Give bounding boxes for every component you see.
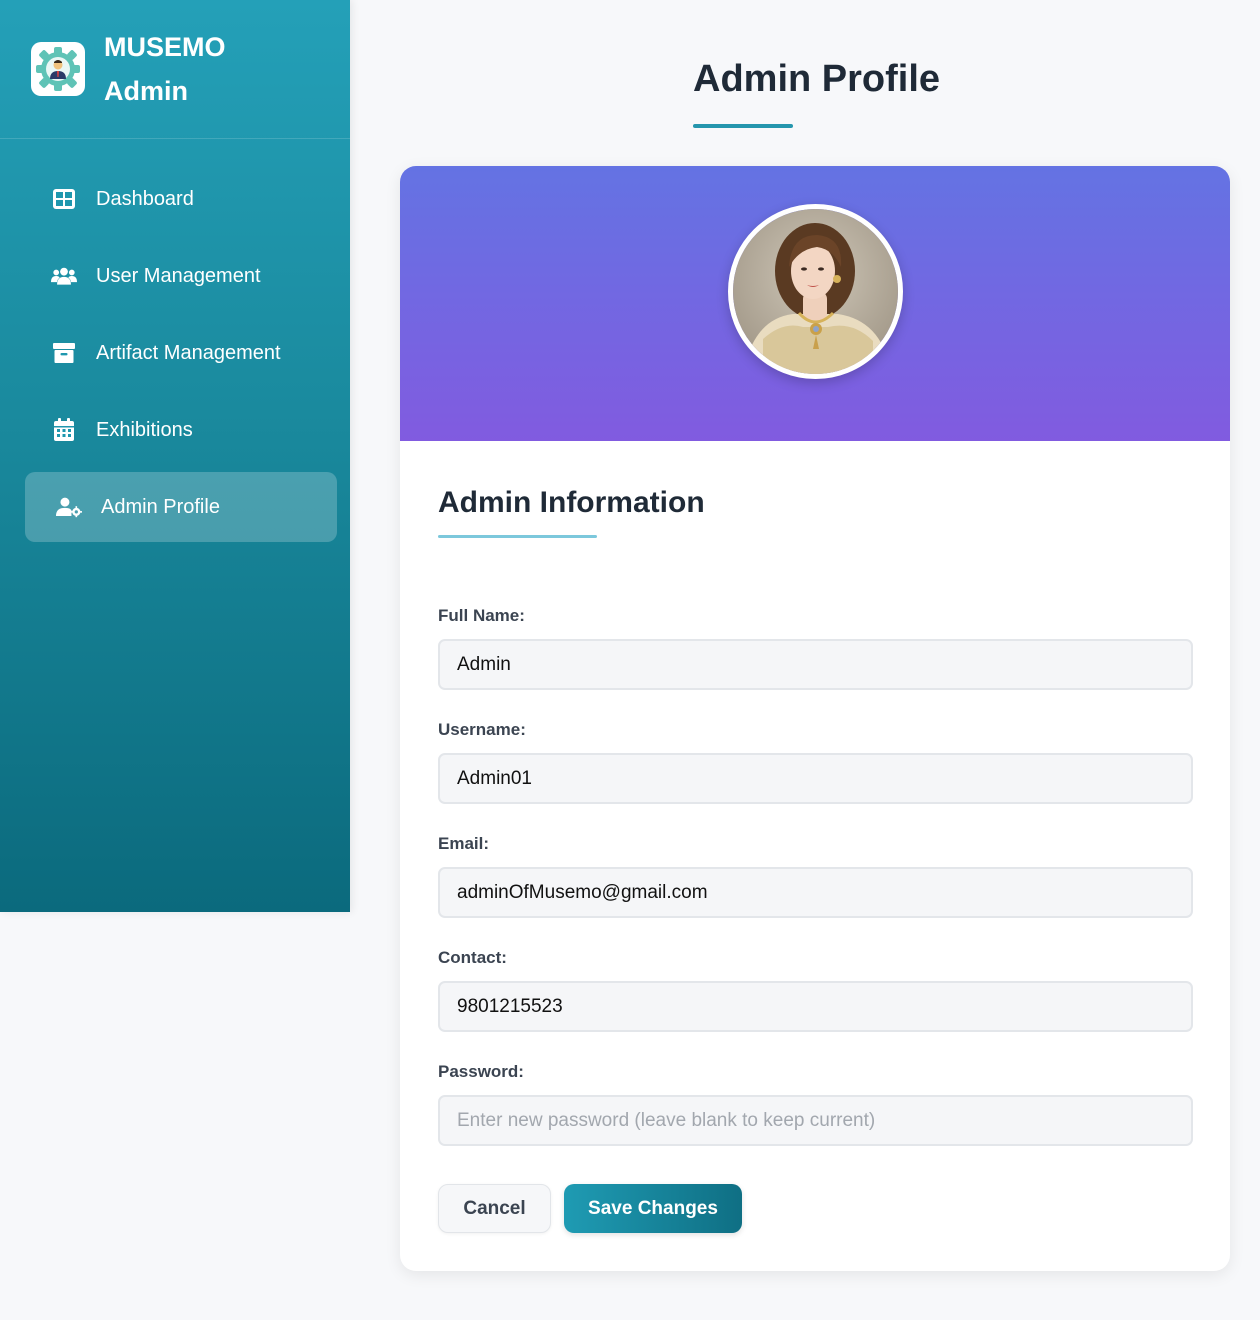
sidebar-item-dashboard[interactable]: Dashboard [25, 164, 337, 234]
sidebar-item-label: Admin Profile [101, 495, 220, 518]
avatar[interactable] [728, 204, 903, 379]
sidebar-item-user-management[interactable]: User Management [25, 241, 337, 311]
brand[interactable]: MUSEMO Admin [0, 0, 350, 139]
sidebar-item-label: Artifact Management [96, 341, 281, 364]
email-field: Email: [438, 834, 1193, 918]
password-field: Password: [438, 1062, 1193, 1146]
field-label: Email: [438, 834, 490, 853]
password-input[interactable] [438, 1095, 1193, 1146]
user-cog-icon [56, 495, 82, 519]
page-title: Admin Profile [693, 58, 941, 100]
sidebar-item-artifact-management[interactable]: Artifact Management [25, 318, 337, 388]
field-label: Contact: [438, 948, 507, 967]
sidebar-item-admin-profile[interactable]: Admin Profile [25, 472, 337, 542]
section-underline [438, 535, 597, 538]
sidebar-nav: Dashboard User Management Artifact Manag… [0, 139, 350, 542]
cancel-button[interactable]: Cancel [438, 1184, 551, 1233]
brand-name: MUSEMO [104, 32, 226, 62]
contact-input[interactable] [438, 981, 1193, 1032]
brand-subtitle: Admin [104, 76, 188, 106]
archive-box-icon [51, 341, 77, 365]
username-input[interactable] [438, 753, 1193, 804]
dashboard-grid-icon [51, 187, 77, 211]
username-field: Username: [438, 720, 1193, 804]
profile-banner [400, 166, 1230, 441]
section-title: Admin Information [438, 486, 705, 519]
profile-card: Admin Information Full Name: Username: E… [400, 166, 1230, 1271]
users-icon [51, 264, 77, 288]
field-label: Full Name: [438, 606, 525, 625]
sidebar-item-label: User Management [96, 264, 261, 287]
field-label: Username: [438, 720, 526, 739]
save-changes-button[interactable]: Save Changes [564, 1184, 742, 1233]
full-name-input[interactable] [438, 639, 1193, 690]
full-name-field: Full Name: [438, 606, 1193, 690]
sidebar: MUSEMO Admin Dashboard User Management A… [0, 0, 350, 912]
calendar-icon [51, 418, 77, 442]
sidebar-item-label: Dashboard [96, 187, 194, 210]
title-underline [693, 124, 793, 128]
sidebar-item-exhibitions[interactable]: Exhibitions [25, 395, 337, 465]
email-input[interactable] [438, 867, 1193, 918]
contact-field: Contact: [438, 948, 1193, 1032]
admin-gear-icon [31, 42, 85, 96]
sidebar-item-label: Exhibitions [96, 418, 193, 441]
field-label: Password: [438, 1062, 524, 1081]
